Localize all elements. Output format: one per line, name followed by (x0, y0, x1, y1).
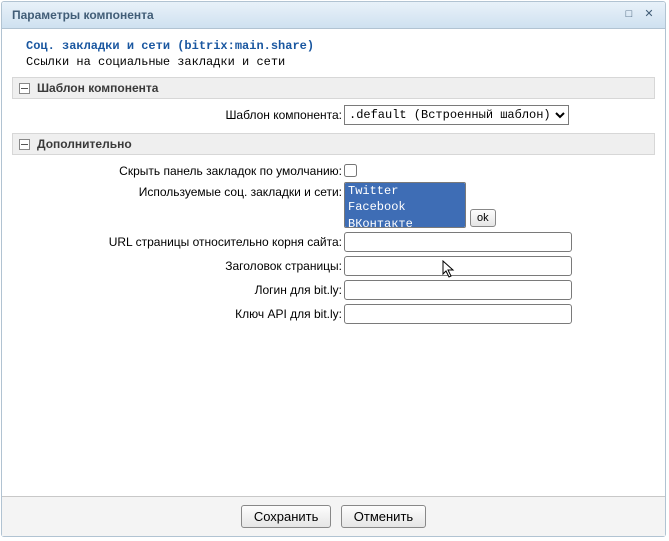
param-url: URL страницы относительно корня сайта: (12, 232, 655, 252)
save-button[interactable]: Сохранить (241, 505, 332, 528)
label-services: Используемые соц. закладки и сети: (12, 182, 344, 199)
close-icon[interactable]: ✕ (641, 8, 657, 22)
dialog-footer: Сохранить Отменить (2, 496, 665, 536)
cancel-button[interactable]: Отменить (341, 505, 426, 528)
section-template: Шаблон компонента Шаблон компонента: .de… (12, 77, 655, 125)
services-ok-button[interactable]: ok (470, 209, 496, 227)
maximize-icon[interactable]: □ (621, 8, 637, 22)
dialog-titlebar: Параметры компонента □ ✕ (2, 2, 665, 29)
param-page-title: Заголовок страницы: (12, 256, 655, 276)
template-select[interactable]: .default (Встроенный шаблон) (344, 105, 569, 125)
component-params-dialog: Параметры компонента □ ✕ Соц. закладки и… (1, 1, 666, 537)
section-extra-title: Дополнительно (37, 137, 132, 151)
param-services: Используемые соц. закладки и сети: Twitt… (12, 182, 655, 228)
param-bitly-login: Логин для bit.ly: (12, 280, 655, 300)
dialog-body: Соц. закладки и сети (bitrix:main.share)… (2, 29, 665, 496)
hide-panel-checkbox[interactable] (344, 164, 357, 177)
section-extra: Дополнительно Скрыть панель закладок по … (12, 133, 655, 324)
component-description: Ссылки на социальные закладки и сети (26, 55, 655, 69)
dialog-title: Параметры компонента (12, 8, 617, 22)
section-extra-header[interactable]: Дополнительно (12, 133, 655, 155)
label-bitly-apikey: Ключ API для bit.ly: (12, 304, 344, 321)
label-url: URL страницы относительно корня сайта: (12, 232, 344, 249)
component-name: Соц. закладки и сети (bitrix:main.share) (26, 39, 655, 53)
collapse-icon[interactable] (19, 83, 30, 94)
label-hide-panel: Скрыть панель закладок по умолчанию: (12, 161, 344, 178)
param-template: Шаблон компонента: .default (Встроенный … (12, 105, 655, 125)
url-input[interactable] (344, 232, 572, 252)
section-template-header[interactable]: Шаблон компонента (12, 77, 655, 99)
bitly-login-input[interactable] (344, 280, 572, 300)
label-page-title: Заголовок страницы: (12, 256, 344, 273)
section-template-title: Шаблон компонента (37, 81, 158, 95)
param-bitly-apikey: Ключ API для bit.ly: (12, 304, 655, 324)
bitly-apikey-input[interactable] (344, 304, 572, 324)
label-template: Шаблон компонента: (12, 105, 344, 122)
page-title-input[interactable] (344, 256, 572, 276)
param-hide-panel: Скрыть панель закладок по умолчанию: (12, 161, 655, 178)
services-multiselect[interactable]: Twitter Facebook ВКонтакте (344, 182, 466, 228)
label-bitly-login: Логин для bit.ly: (12, 280, 344, 297)
collapse-icon[interactable] (19, 139, 30, 150)
